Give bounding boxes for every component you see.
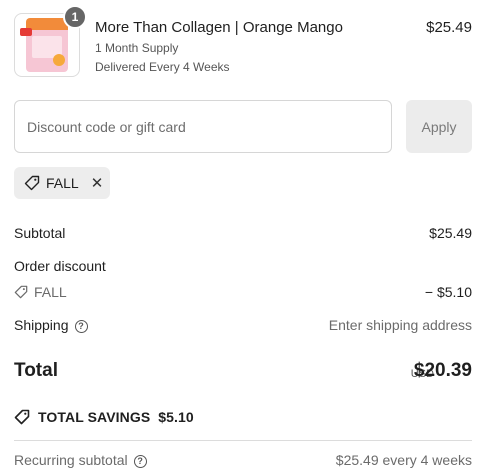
apply-discount-button[interactable]: Apply <box>406 100 472 153</box>
subtotal-label: Subtotal <box>14 225 66 241</box>
product-name: More Than Collagen | Orange Mango <box>95 19 343 36</box>
total-value: $20.39 <box>413 360 472 381</box>
product-price: $25.49 <box>426 19 472 36</box>
recurring-subtotal-label: Recurring subtotal <box>14 452 128 468</box>
tag-icon <box>24 175 40 191</box>
shipping-value: Enter shipping address <box>328 317 472 333</box>
shipping-row-label: Shipping? <box>14 317 88 333</box>
product-supply: 1 Month Supply <box>95 41 179 55</box>
order-discount-code: FALL <box>34 284 67 300</box>
tag-icon <box>14 285 28 299</box>
product-delivery-frequency: Delivered Every 4 Weeks <box>95 60 230 74</box>
order-discount-label: Order discount <box>14 258 106 274</box>
order-discount-value: − $5.10 <box>424 284 472 300</box>
total-label: Total <box>14 360 58 381</box>
remove-discount-icon[interactable]: ✕ <box>91 174 104 192</box>
shipping-label: Shipping <box>14 317 69 333</box>
order-discount-code-row: FALL <box>14 284 67 300</box>
total-savings: TOTAL SAVINGS $5.10 <box>14 409 194 425</box>
applied-discount-chip: FALL ✕ <box>14 167 110 199</box>
recurring-subtotal-value: $25.49 every 4 weeks <box>335 452 472 468</box>
total-savings-value: $5.10 <box>158 409 194 425</box>
applied-discount-code: FALL <box>46 175 79 191</box>
product-image <box>20 18 68 72</box>
quantity-badge: 1 <box>63 5 87 29</box>
tag-icon <box>14 409 30 425</box>
recurring-subtotal-row-label: Recurring subtotal? <box>14 452 147 468</box>
total-savings-label: TOTAL SAVINGS <box>38 409 151 425</box>
question-circle-icon[interactable]: ? <box>74 319 88 333</box>
discount-code-input[interactable] <box>14 100 392 153</box>
question-circle-icon[interactable]: ? <box>133 454 147 468</box>
subtotal-value: $25.49 <box>429 225 472 241</box>
divider <box>14 440 472 441</box>
